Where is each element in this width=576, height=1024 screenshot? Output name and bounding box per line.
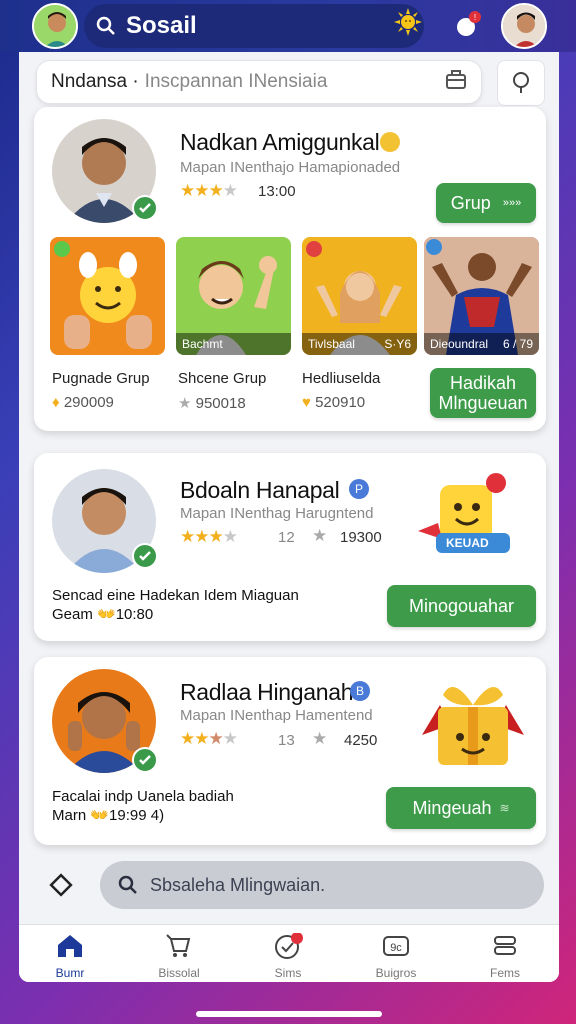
gift-sticker: KEUAD	[418, 473, 514, 561]
diamond-icon[interactable]	[48, 872, 74, 898]
tile-label: Hedliuselda	[302, 370, 381, 387]
star-icon: ★	[312, 526, 328, 545]
points-count: 19300	[340, 529, 382, 546]
profile-card-2: Bdoaln Hanapal P Mapan INenthag Harugnte…	[34, 453, 546, 641]
nav-item-sims[interactable]: Sims	[243, 932, 333, 981]
rating-stars: ★★★★	[180, 729, 238, 748]
premium-badge-icon: P	[349, 479, 369, 499]
profile-subtitle: Mapan INenthap Hamentend	[180, 707, 373, 724]
bottom-search-input[interactable]: Sbsaleha Mlingwaian.	[100, 861, 544, 909]
tile-caption: Bachmt	[176, 333, 291, 355]
home-indicator[interactable]	[196, 1011, 382, 1017]
group-tile-4[interactable]: Dieoundral 6 / 79	[424, 237, 539, 355]
home-icon	[58, 935, 82, 957]
nav-item-home[interactable]: Bumr	[25, 933, 115, 981]
tile-count: ♦ 290009	[52, 394, 114, 411]
profile-name: Nadkan Amiggunkal	[180, 129, 380, 155]
tile-caption: Dieoundral 6 / 79	[424, 333, 539, 355]
user-avatar[interactable]	[32, 3, 78, 49]
group-tile-1[interactable]	[50, 237, 165, 355]
chat-icon[interactable]: !	[454, 10, 484, 40]
join-group-button[interactable]: Hadikah Mlngueuan	[430, 368, 536, 418]
premium-badge-icon: B	[350, 681, 370, 701]
search-icon	[96, 16, 115, 35]
badge-icon: 9c	[383, 936, 409, 956]
nav-label: Bumr	[55, 966, 85, 980]
review-count: 13	[278, 732, 295, 749]
briefcase-icon[interactable]	[444, 68, 468, 92]
sun-icon[interactable]	[394, 8, 422, 36]
profile-subtitle: Mapan INenthajo Hamapionaded	[180, 159, 401, 176]
tile-caption: Tivlsbaal S·Y6	[302, 333, 417, 355]
profile-name: Bdoaln Hanapal	[180, 477, 340, 503]
breadcrumb-primary: Nndansa ·	[51, 71, 139, 92]
profile-time: 13:00	[258, 183, 296, 200]
breadcrumb-secondary: Inscpannan INensiaia	[144, 71, 328, 92]
tile-count: ★ 950018	[178, 395, 246, 412]
nav-label: Fems	[490, 966, 520, 980]
rating-stars: ★★★★	[180, 527, 238, 546]
gift-box-sticker	[418, 675, 528, 771]
nav-item-shop[interactable]: Bissolal	[134, 933, 224, 981]
profile-subtitle: Mapan INenthag Harugntend	[180, 505, 374, 522]
post-description: Sencad eine Hadekan Idem Miaguan Geam 👐1…	[52, 587, 299, 623]
bottom-nav: Bumr Bissolal Sims 9c Buigros Fems	[19, 924, 559, 982]
group-tile-2[interactable]: Bachmt	[176, 237, 291, 355]
nav-label: Bissolal	[158, 966, 200, 980]
nav-label: Buigros	[375, 966, 417, 980]
profile-avatar[interactable]	[501, 3, 547, 49]
verified-badge-icon	[132, 543, 158, 569]
profile-card-1: Nadkan Amiggunkal Mapan INenthajo Hamapi…	[34, 107, 546, 431]
coin-icon	[380, 132, 400, 152]
app-search-bar[interactable]: Sosail	[84, 4, 424, 48]
svg-text:9c: 9c	[390, 942, 402, 954]
group-tile-3[interactable]: Tivlsbaal S·Y6	[302, 237, 417, 355]
points-count: 4250	[344, 732, 378, 749]
nav-label: Sims	[274, 966, 302, 980]
map-pin-icon	[513, 72, 529, 93]
app-title: Sosail	[126, 12, 197, 39]
star-icon: ★	[312, 729, 328, 748]
tile-label: Shcene Grup	[178, 370, 267, 387]
verified-badge-icon	[132, 747, 158, 773]
sticker-label: KEUAD	[446, 536, 489, 550]
profile-card-3: Radlaa Hinganah B Mapan INenthap Hamente…	[34, 657, 546, 845]
nav-item-fems[interactable]: Fems	[460, 933, 550, 981]
breadcrumb[interactable]: Nndansa · Inscpannan INensiaia	[36, 60, 482, 104]
nav-item-buigros[interactable]: 9c Buigros	[351, 933, 441, 981]
review-count: 12	[278, 529, 295, 546]
post-description: Facalai indp Uanela badiah Marn 👐19:99 4…	[52, 788, 234, 824]
tile-label: Pugnade Grup	[52, 370, 150, 387]
verified-badge-icon	[132, 195, 158, 221]
stack-icon	[494, 936, 516, 955]
tile-count: ♥ 520910	[302, 394, 366, 411]
location-button[interactable]	[497, 60, 545, 106]
search-placeholder: Sbsaleha Mlingwaian.	[150, 874, 326, 895]
group-button[interactable]: Grup »»»	[436, 183, 536, 223]
action-button[interactable]: Mingeuah ≋	[386, 787, 536, 829]
action-button[interactable]: Minogouahar	[387, 585, 536, 627]
cart-icon	[166, 934, 191, 957]
check-circle-icon	[275, 932, 303, 959]
rating-stars: ★★★★	[180, 181, 238, 200]
svg-text:!: !	[474, 13, 476, 22]
profile-name: Radlaa Hinganah	[180, 679, 354, 705]
search-icon	[118, 875, 137, 894]
